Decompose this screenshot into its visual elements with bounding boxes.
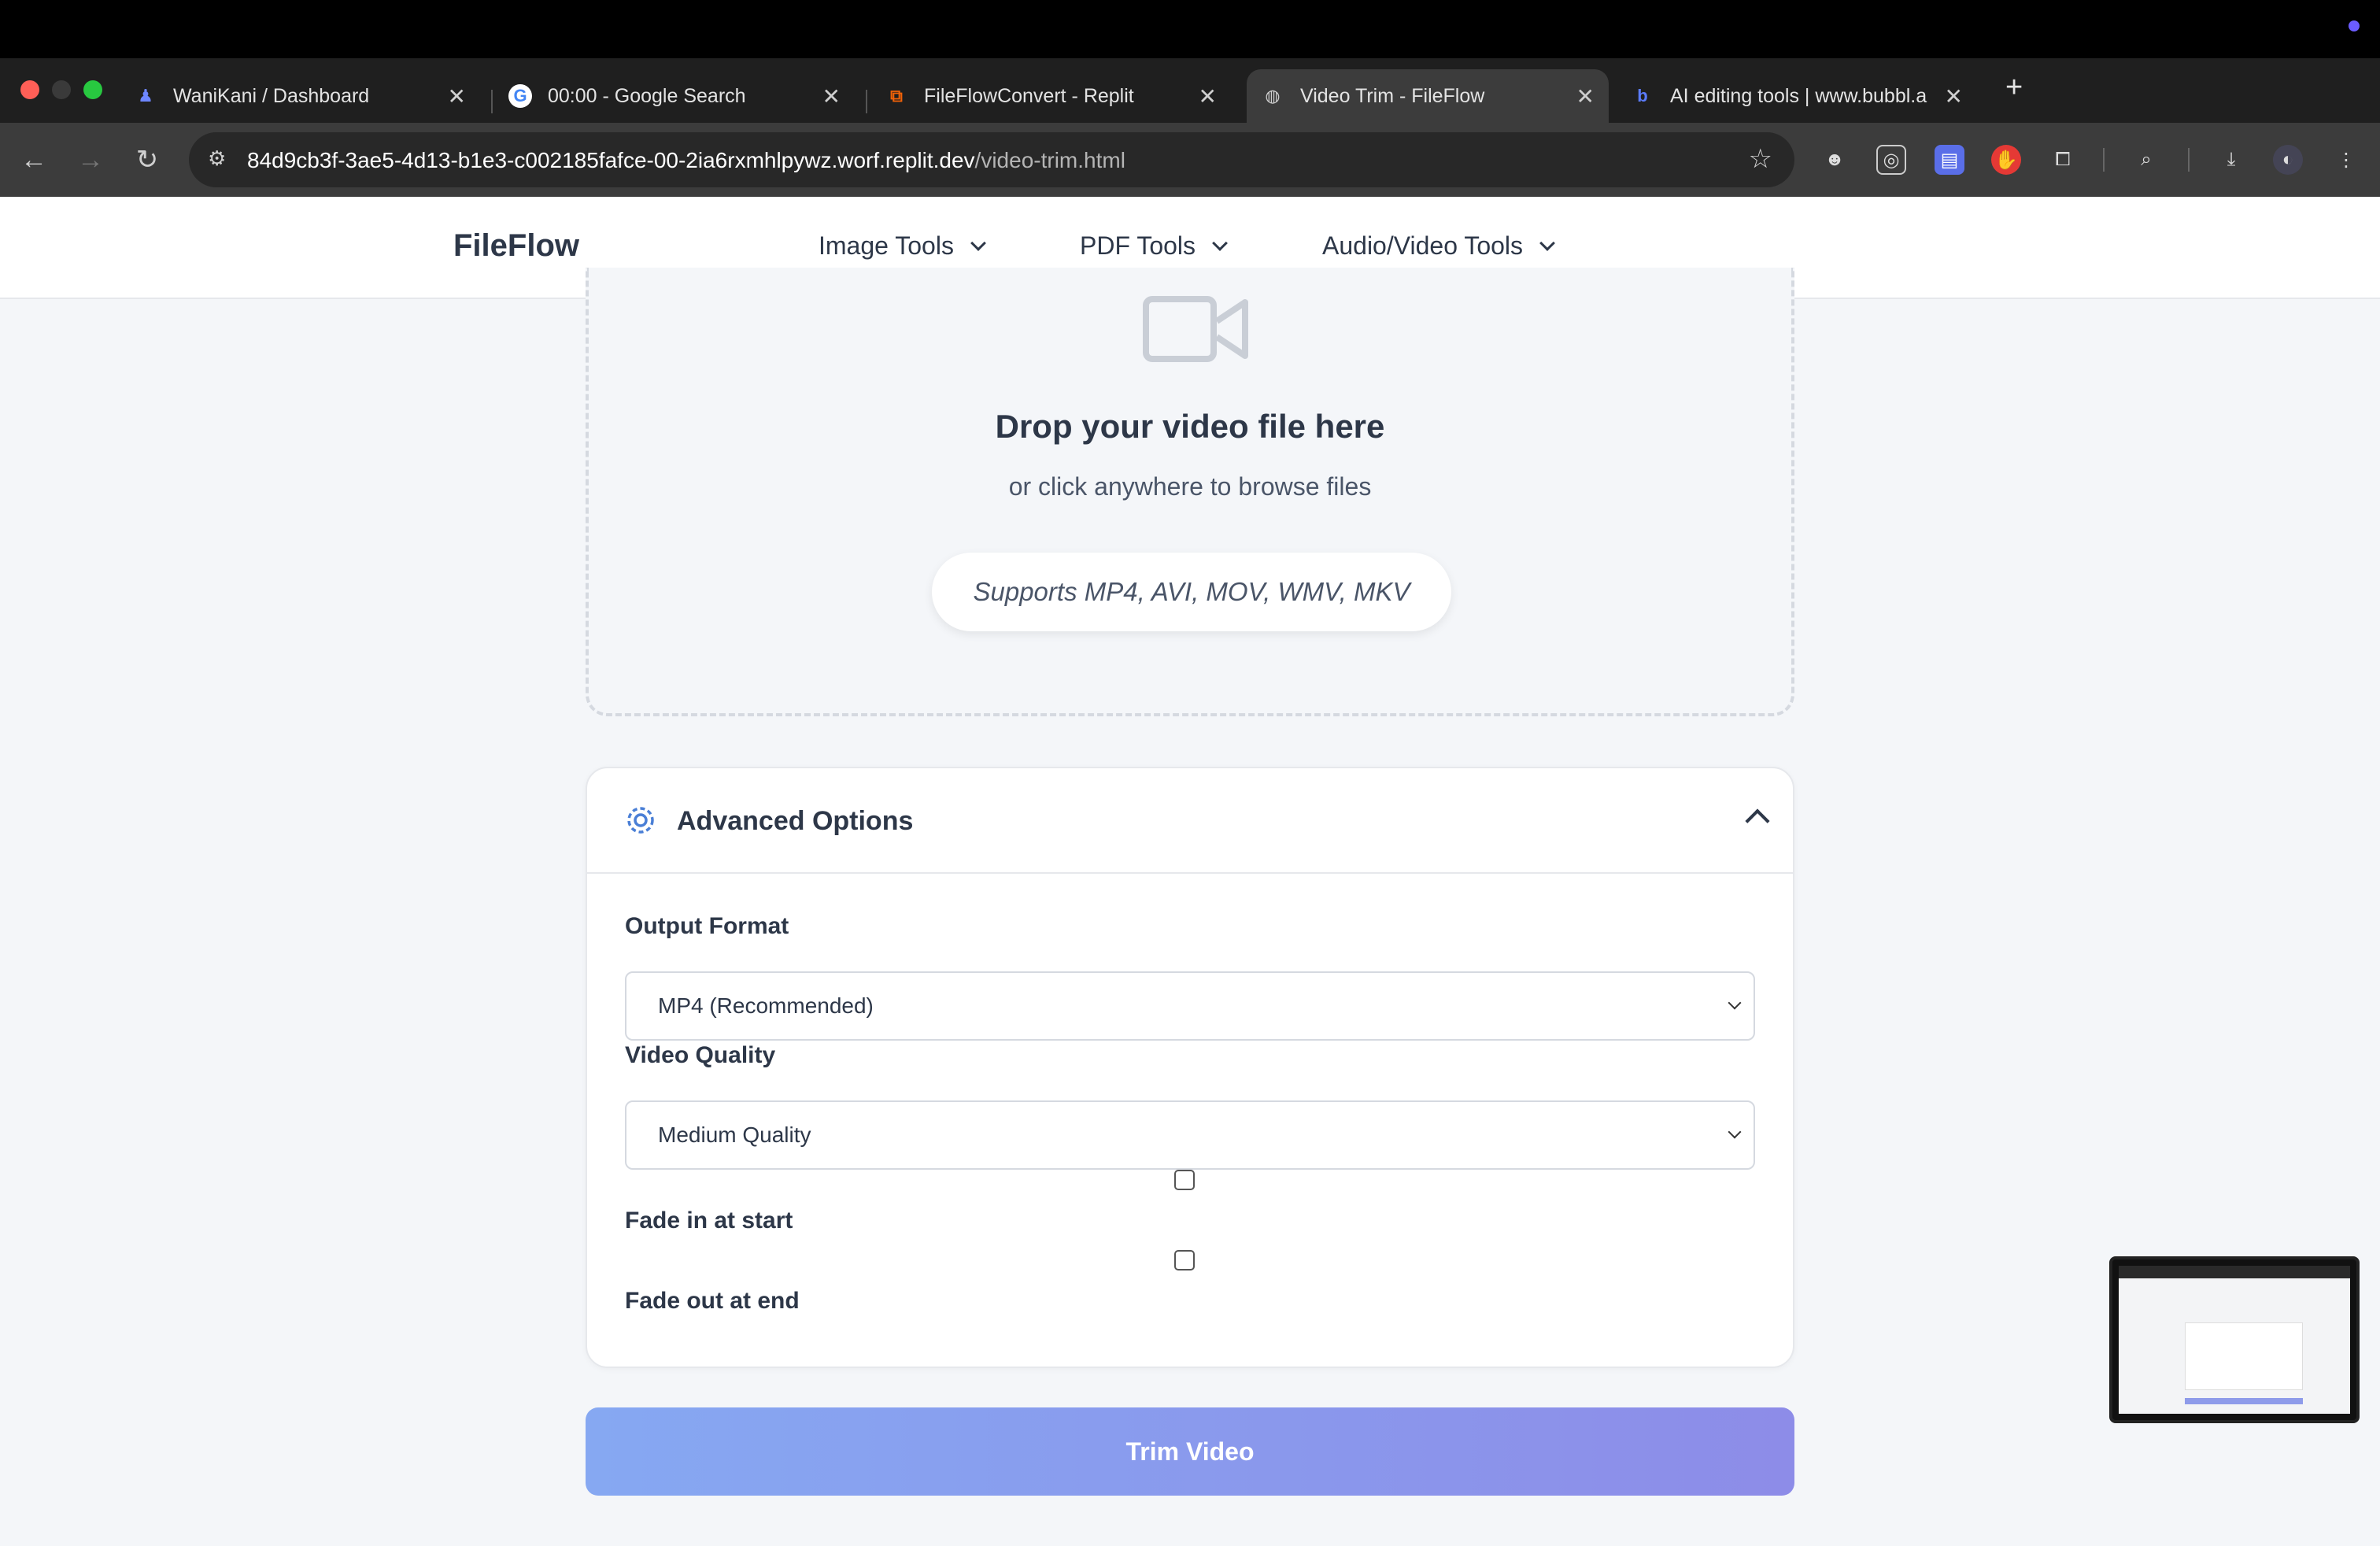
- toolbar-separator: [2103, 148, 2105, 172]
- nav-label: PDF Tools: [1080, 231, 1196, 260]
- fade-out-checkbox[interactable]: [1174, 1250, 1195, 1270]
- toolbar-separator: [2188, 148, 2190, 172]
- status-dot-icon: [2349, 20, 2360, 31]
- thumbnail-button: [2185, 1398, 2303, 1404]
- nav-pdf-tools[interactable]: PDF Tools: [1080, 231, 1228, 261]
- dropzone-title: Drop your video file here: [995, 408, 1385, 445]
- tab-close-icon[interactable]: ✕: [1576, 83, 1595, 109]
- nav-label: Audio/Video Tools: [1322, 231, 1524, 260]
- chevron-down-icon: [1728, 1125, 1742, 1139]
- video-quality-label: Video Quality: [625, 1042, 776, 1068]
- google-icon: G: [508, 84, 532, 108]
- download-icon[interactable]: ⤓: [2216, 145, 2246, 175]
- browser-toolbar: ← → ↻ ⚙ 84d9cb3f-3ae5-4d13-b1e3-c002185f…: [0, 123, 2380, 197]
- browser-tab-video-trim[interactable]: ◍ Video Trim - FileFlow ✕: [1247, 69, 1609, 123]
- nav-audio-video-tools[interactable]: Audio/Video Tools: [1322, 231, 1555, 261]
- tab-search-icon[interactable]: ⌕: [2131, 145, 2161, 175]
- advanced-options-header[interactable]: Advanced Options: [587, 768, 1793, 874]
- output-format-value: MP4 (Recommended): [658, 993, 874, 1018]
- fade-out-label: Fade out at end: [625, 1288, 800, 1314]
- fade-in-label: Fade in at start: [625, 1208, 793, 1233]
- address-bar[interactable]: ⚙ 84d9cb3f-3ae5-4d13-b1e3-c002185fafce-0…: [189, 132, 1794, 187]
- video-quality-select[interactable]: Medium Quality: [625, 1100, 1755, 1170]
- nav-label: Image Tools: [819, 231, 954, 260]
- forward-arrow-icon[interactable]: →: [71, 140, 110, 179]
- extensions-puzzle-icon[interactable]: ⧠: [2048, 145, 2078, 175]
- wanikani-icon: ♟: [138, 86, 153, 105]
- browser-tab-wanikani[interactable]: ♟ WaniKani / Dashboard ✕: [134, 69, 480, 123]
- os-menu-bar: [0, 0, 2380, 58]
- browser-tab-strip: ♟ WaniKani / Dashboard ✕ G 00:00 - Googl…: [0, 58, 2380, 123]
- window-zoom-button[interactable]: [83, 80, 102, 99]
- tab-close-icon[interactable]: ✕: [448, 83, 466, 109]
- screenshot-thumbnail[interactable]: [2109, 1256, 2360, 1423]
- new-tab-button[interactable]: +: [2005, 71, 2023, 105]
- extension-stop-icon[interactable]: ✋: [1991, 145, 2021, 175]
- thumbnail-preview: [2119, 1266, 2350, 1414]
- window-close-button[interactable]: [20, 80, 39, 99]
- thumbnail-browser-bar: [2119, 1266, 2350, 1278]
- reload-icon[interactable]: ↻: [128, 140, 167, 179]
- advanced-options-title: Advanced Options: [677, 806, 914, 836]
- chevron-up-icon[interactable]: [1745, 808, 1770, 834]
- back-arrow-icon[interactable]: ←: [14, 140, 54, 179]
- video-quality-value: Medium Quality: [658, 1123, 811, 1147]
- browser-tab-replit[interactable]: ⧉ FileFlowConvert - Replit ✕: [885, 69, 1231, 123]
- video-dropzone[interactable]: Drop your video file here or click anywh…: [586, 268, 1794, 716]
- supported-formats-badge: Supports MP4, AVI, MOV, WMV, MKV: [932, 553, 1451, 631]
- window-minimize-button[interactable]: [52, 80, 71, 99]
- output-format-label: Output Format: [625, 913, 789, 939]
- tab-separator: [866, 90, 867, 113]
- globe-icon: ◍: [1265, 86, 1281, 105]
- brand-logo[interactable]: FileFlow: [453, 228, 579, 264]
- nav-image-tools[interactable]: Image Tools: [819, 231, 986, 261]
- profile-avatar[interactable]: ◐: [2273, 145, 2303, 175]
- advanced-options-card: Advanced Options Output Format MP4 (Reco…: [586, 767, 1794, 1368]
- bubble-icon: b: [1637, 86, 1648, 105]
- chevron-down-icon: [1212, 235, 1228, 251]
- site-settings-icon[interactable]: ⚙: [208, 146, 235, 173]
- tab-close-icon[interactable]: ✕: [822, 83, 841, 109]
- video-camera-icon: [1143, 296, 1248, 362]
- gear-icon: [627, 807, 654, 834]
- output-format-select[interactable]: MP4 (Recommended): [625, 971, 1755, 1041]
- extension-owl-icon[interactable]: ☻: [1820, 145, 1850, 175]
- browser-tab-google[interactable]: G 00:00 - Google Search ✕: [508, 69, 855, 123]
- extension-glasses-icon[interactable]: ◎: [1876, 145, 1906, 175]
- url-text[interactable]: 84d9cb3f-3ae5-4d13-b1e3-c002185fafce-00-…: [247, 148, 1125, 173]
- url-path: /video-trim.html: [974, 148, 1125, 172]
- dropzone-subtitle: or click anywhere to browse files: [1008, 472, 1372, 501]
- trim-video-button[interactable]: Trim Video: [586, 1407, 1794, 1496]
- tab-close-icon[interactable]: ✕: [1945, 83, 1963, 109]
- tab-separator: [491, 90, 493, 113]
- replit-icon: ⧉: [890, 86, 903, 105]
- url-host: 84d9cb3f-3ae5-4d13-b1e3-c002185fafce-00-…: [247, 148, 975, 172]
- menu-kebab-icon[interactable]: ⋮: [2331, 145, 2361, 175]
- chevron-down-icon: [970, 235, 986, 251]
- browser-tab-bubble[interactable]: b AI editing tools | www.bubbl.a ✕: [1631, 69, 1977, 123]
- extension-tasks-icon[interactable]: ▤: [1935, 145, 1964, 175]
- tab-close-icon[interactable]: ✕: [1199, 83, 1217, 109]
- chevron-down-icon: [1539, 235, 1555, 251]
- chevron-down-icon: [1728, 996, 1742, 1010]
- bookmark-star-icon[interactable]: ☆: [1749, 143, 1772, 175]
- fade-in-checkbox[interactable]: [1174, 1170, 1195, 1190]
- thumbnail-card: [2185, 1322, 2303, 1390]
